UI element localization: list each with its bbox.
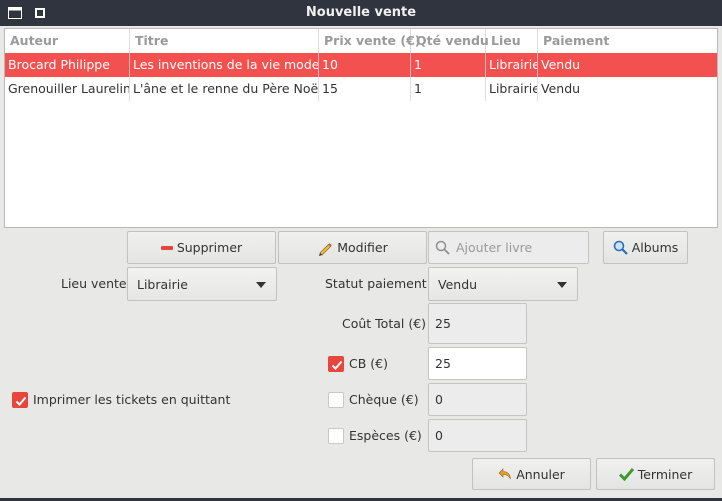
window-title: Nouvelle vente: [305, 5, 417, 20]
supprimer-button[interactable]: Supprimer: [127, 231, 276, 264]
modifier-label: Modifier: [337, 240, 388, 255]
cell-prix: 15: [319, 77, 411, 101]
especes-label: Espèces (€): [349, 428, 422, 443]
cheque-checkbox[interactable]: [328, 392, 344, 408]
search-placeholder: Ajouter livre: [456, 240, 533, 255]
cell-lieu: Librairie: [486, 77, 538, 101]
terminer-button[interactable]: Terminer: [596, 458, 715, 490]
cheque-value: 0: [435, 392, 443, 407]
checkmark-icon: [331, 360, 343, 370]
check-icon: [618, 468, 634, 481]
terminer-label: Terminer: [637, 466, 693, 482]
statut-paiement-label: Statut paiement: [325, 276, 427, 291]
column-header-titre[interactable]: Titre: [130, 29, 319, 53]
table-row[interactable]: Grenouiller Laureline L'âne et le renne …: [5, 77, 717, 101]
cout-total-value: 25: [435, 316, 451, 331]
cell-auteur: Brocard Philippe: [5, 53, 130, 77]
cheque-input[interactable]: 0: [428, 383, 527, 416]
cheque-label: Chèque (€): [349, 392, 419, 407]
minus-icon: [160, 245, 173, 250]
statut-paiement-value: Vendu: [438, 276, 478, 292]
cell-paiement: Vendu: [541, 81, 581, 96]
cell-lieu: Librairie: [486, 53, 538, 77]
chevron-down-icon: [557, 282, 567, 288]
table-row[interactable]: Brocard Philippe Les inventions de la vi…: [5, 53, 717, 77]
search-input[interactable]: Ajouter livre: [428, 231, 589, 264]
cb-label: CB (€): [349, 356, 388, 371]
checkmark-icon: [15, 396, 27, 406]
especes-value: 0: [435, 428, 443, 443]
column-header-lieu[interactable]: Lieu: [486, 29, 538, 53]
albums-label: Albums: [631, 240, 679, 255]
cout-total-label: Coût Total (€): [342, 316, 427, 331]
chevron-down-icon: [256, 282, 266, 288]
column-header-prix[interactable]: Prix vente (€): [319, 29, 420, 53]
cout-total-field: 25: [428, 303, 527, 344]
annuler-label: Annuler: [516, 466, 565, 482]
modifier-button[interactable]: Modifier: [278, 231, 427, 264]
lieu-vente-label: Lieu vente: [61, 276, 127, 291]
especes-checkbox[interactable]: [328, 428, 344, 444]
magnifier-icon: [613, 240, 628, 255]
search-icon: [435, 240, 450, 255]
undo-arrow-icon: [498, 468, 511, 480]
especes-input[interactable]: 0: [428, 419, 527, 452]
cell-auteur: Grenouiller Laureline: [5, 77, 130, 101]
albums-button[interactable]: Albums: [603, 231, 688, 264]
column-header-auteur[interactable]: Auteur: [5, 29, 130, 53]
title-bar: Nouvelle vente: [0, 0, 722, 26]
lieu-vente-value: Librairie: [137, 276, 188, 292]
column-header-paiement[interactable]: Paiement: [538, 29, 717, 53]
statut-paiement-select[interactable]: Vendu: [428, 267, 578, 301]
cell-qte: 1: [411, 53, 486, 77]
cb-checkbox[interactable]: [328, 356, 344, 372]
sales-table[interactable]: Auteur Titre Prix vente (€) Qté vendu Li…: [4, 28, 718, 228]
cell-paiement: Vendu: [541, 57, 581, 72]
print-tickets-label: Imprimer les tickets en quittant: [33, 392, 231, 407]
cell-qte: 1: [411, 77, 486, 101]
print-tickets-checkbox[interactable]: [12, 392, 28, 408]
cell-prix: 10: [319, 53, 411, 77]
lieu-vente-select[interactable]: Librairie: [127, 267, 277, 301]
cb-input[interactable]: 25: [428, 347, 527, 380]
cb-value: 25: [435, 356, 451, 371]
cell-titre: L'âne et le renne du Père Noël: [130, 77, 319, 101]
table-header: Auteur Titre Prix vente (€) Qté vendu Li…: [5, 29, 717, 54]
annuler-button[interactable]: Annuler: [472, 458, 591, 490]
column-header-qte[interactable]: Qté vendu: [411, 29, 489, 53]
pencil-icon: [319, 242, 333, 256]
supprimer-label: Supprimer: [176, 240, 243, 255]
cell-titre: Les inventions de la vie moderne: [130, 53, 319, 77]
